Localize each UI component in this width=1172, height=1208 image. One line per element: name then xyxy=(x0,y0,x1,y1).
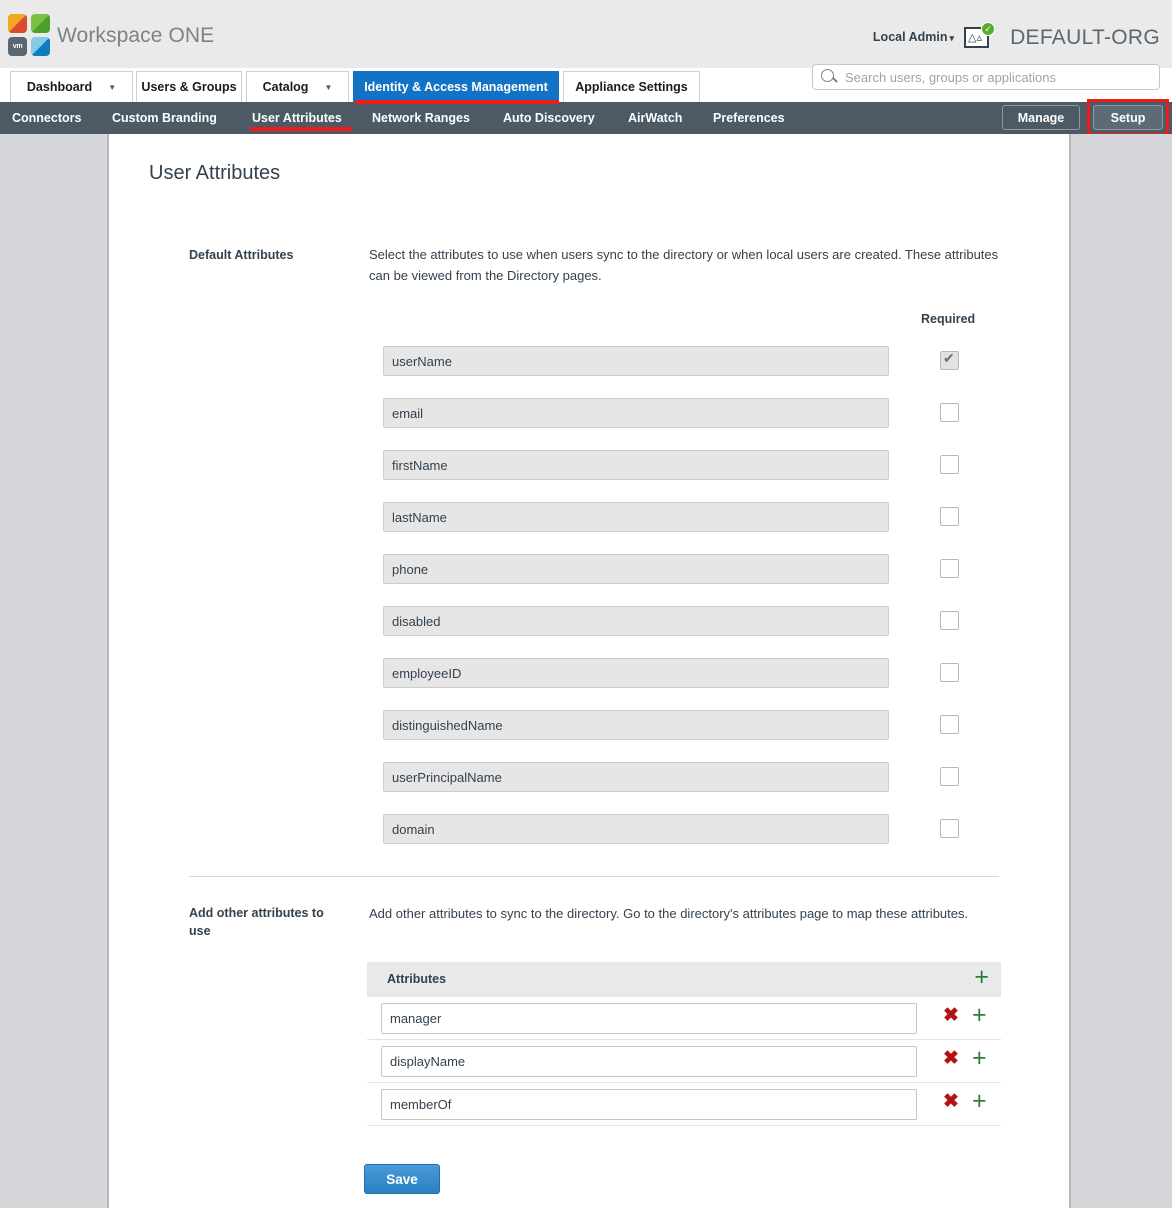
attribute-input-email[interactable] xyxy=(383,398,889,428)
remove-attribute-icon[interactable]: ✖ xyxy=(943,1092,959,1111)
attribute-input-firstname[interactable] xyxy=(383,450,889,480)
section-divider xyxy=(189,876,999,877)
required-checkbox-distinguishedname[interactable] xyxy=(940,715,959,734)
subnav-item-network-ranges[interactable]: Network Ranges xyxy=(372,111,470,125)
logo-tile-green-icon xyxy=(31,14,50,33)
setup-button[interactable]: Setup xyxy=(1093,105,1163,130)
required-checkbox-employeeid[interactable] xyxy=(940,663,959,682)
attribute-input-distinguishedname[interactable] xyxy=(383,710,889,740)
default-attributes-label: Default Attributes xyxy=(189,248,294,262)
add-attribute-icon[interactable]: + xyxy=(974,965,989,990)
tab-appliance-label: Appliance Settings xyxy=(575,80,688,94)
attribute-input-username[interactable] xyxy=(383,346,889,376)
table-row xyxy=(109,398,1069,450)
required-column-header: Required xyxy=(921,312,976,326)
tab-users-and-groups[interactable]: Users & Groups xyxy=(136,71,242,102)
sub-navigation-bar: Connectors Custom Branding User Attribut… xyxy=(0,102,1172,134)
brand-header-bar: vm Workspace ONE Local Admin ▾ △▵ ✓ DEFAU… xyxy=(0,0,1172,68)
tab-dashboard[interactable]: Dashboard ▼ xyxy=(10,71,133,102)
chevron-down-icon: ▼ xyxy=(324,82,333,92)
workspace-one-logo: vm xyxy=(8,14,50,56)
content-panel: User Attributes Default Attributes Selec… xyxy=(109,134,1069,1208)
logo-tile-vmware-icon: vm xyxy=(8,37,27,56)
logo-tile-blue-icon xyxy=(31,37,50,56)
tab-users-label: Users & Groups xyxy=(141,80,237,94)
attribute-input-domain[interactable] xyxy=(383,814,889,844)
required-checkbox-disabled[interactable] xyxy=(940,611,959,630)
org-icon-check-badge: ✓ xyxy=(981,22,995,36)
account-label: Local Admin xyxy=(872,30,948,44)
account-menu[interactable]: Local Admin ▾ xyxy=(873,30,954,44)
attribute-input-lastname[interactable] xyxy=(383,502,889,532)
required-checkbox-email[interactable] xyxy=(940,403,959,422)
table-row xyxy=(109,710,1069,762)
other-attribute-input-displayname[interactable] xyxy=(381,1046,917,1077)
table-row xyxy=(109,554,1069,606)
attribute-input-employeeid[interactable] xyxy=(383,658,889,688)
logo-tile-orange-icon xyxy=(8,14,27,33)
other-attribute-input-manager[interactable] xyxy=(381,1003,917,1034)
org-icon-sparkline: △▵ xyxy=(968,32,982,44)
required-checkbox-domain[interactable] xyxy=(940,819,959,838)
table-row xyxy=(109,606,1069,658)
subnav-item-airwatch[interactable]: AirWatch xyxy=(628,111,682,125)
chevron-down-icon: ▾ xyxy=(949,33,954,43)
manage-button[interactable]: Manage xyxy=(1002,105,1080,130)
subnav-item-auto-discovery[interactable]: Auto Discovery xyxy=(503,111,595,125)
table-row xyxy=(109,762,1069,814)
logo-vm-text: vm xyxy=(12,43,23,50)
table-row xyxy=(109,450,1069,502)
table-row xyxy=(109,658,1069,710)
page-title: User Attributes xyxy=(149,162,281,184)
remove-attribute-icon[interactable]: ✖ xyxy=(943,1006,959,1025)
required-checkbox-phone[interactable] xyxy=(940,559,959,578)
subnav-item-user-attributes[interactable]: User Attributes xyxy=(252,111,342,125)
attributes-column-header: Attributes xyxy=(387,972,447,986)
org-name: DEFAULT-ORG xyxy=(1010,26,1160,49)
list-item: ✖ + xyxy=(367,997,1001,1040)
attribute-input-userprincipalname[interactable] xyxy=(383,762,889,792)
attributes-table-header: Attributes + xyxy=(367,962,1001,997)
tab-catalog-label: Catalog xyxy=(262,80,309,94)
required-checkbox-username[interactable] xyxy=(940,350,959,370)
required-checkbox-lastname[interactable] xyxy=(940,507,959,526)
table-row xyxy=(109,502,1069,554)
subnav-item-connectors[interactable]: Connectors xyxy=(12,111,81,125)
row-divider xyxy=(367,1125,1001,1126)
tab-appliance-settings[interactable]: Appliance Settings xyxy=(563,71,700,102)
chevron-down-icon: ▼ xyxy=(108,82,117,92)
add-other-attributes-description: Add other attributes to sync to the dire… xyxy=(369,906,969,921)
product-name: Workspace ONE xyxy=(57,24,215,47)
main-tab-bar: Dashboard ▼ Users & Groups Catalog ▼ Ide… xyxy=(0,71,1172,103)
required-checkbox-firstname[interactable] xyxy=(940,455,959,474)
tab-iam-label: Identity & Access Management xyxy=(364,80,548,94)
list-item: ✖ + xyxy=(367,1083,1001,1126)
table-row xyxy=(109,346,1069,398)
list-item: ✖ + xyxy=(367,1040,1001,1083)
table-row xyxy=(109,814,1069,866)
add-attribute-icon[interactable]: + xyxy=(972,1046,987,1071)
remove-attribute-icon[interactable]: ✖ xyxy=(943,1049,959,1068)
save-button[interactable]: Save xyxy=(364,1164,440,1194)
other-attribute-input-memberof[interactable] xyxy=(381,1089,917,1120)
org-analytics-icon: △▵ ✓ xyxy=(964,22,995,50)
attribute-input-phone[interactable] xyxy=(383,554,889,584)
default-attributes-description: Select the attributes to use when users … xyxy=(369,247,999,283)
subnav-item-preferences[interactable]: Preferences xyxy=(713,111,785,125)
tab-identity-access-management[interactable]: Identity & Access Management xyxy=(353,71,559,102)
required-checkbox-userprincipalname[interactable] xyxy=(940,767,959,786)
add-other-attributes-label: Add other attributes to use xyxy=(189,906,324,938)
tab-dashboard-label: Dashboard xyxy=(26,80,93,94)
add-attribute-icon[interactable]: + xyxy=(972,1003,987,1028)
add-attribute-icon[interactable]: + xyxy=(972,1089,987,1114)
tab-catalog[interactable]: Catalog ▼ xyxy=(246,71,349,102)
attribute-input-disabled[interactable] xyxy=(383,606,889,636)
right-rail-divider xyxy=(1069,134,1071,1208)
subnav-item-custom-branding[interactable]: Custom Branding xyxy=(112,111,217,125)
